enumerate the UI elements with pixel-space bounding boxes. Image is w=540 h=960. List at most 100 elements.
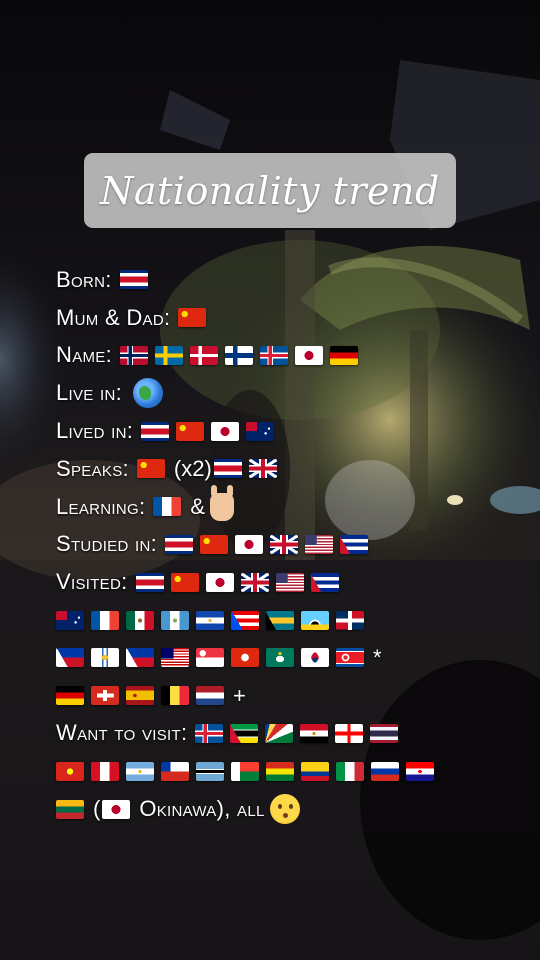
flag-macau-icon <box>266 648 294 668</box>
flag-guatemala-icon <box>161 610 189 630</box>
flag-costa-rica-icon <box>141 421 170 441</box>
flag-china-icon <box>178 308 207 328</box>
line-text: Okinawa), all <box>139 796 265 822</box>
caption-line: + <box>56 677 526 715</box>
flag-russia-icon <box>371 761 399 781</box>
flag-colombia-icon <box>301 761 329 781</box>
flag-hong-kong-icon <box>231 648 259 668</box>
flag-vietnam-icon <box>56 761 84 781</box>
flag-mexico-icon <box>126 610 154 630</box>
flag-argentina-icon <box>126 761 154 781</box>
flag-sweden-icon <box>155 345 184 365</box>
flag-north-korea-icon <box>336 648 364 668</box>
line-label: Studied in: <box>56 531 158 557</box>
flag-philippines-icon <box>56 648 84 668</box>
flag-south-korea-icon <box>301 648 329 668</box>
caption-line: Name: <box>56 337 526 375</box>
title-text: Nationality trend <box>100 168 440 213</box>
flag-netherlands-icon <box>196 686 224 706</box>
flag-china-icon <box>200 534 229 554</box>
caption-line: Speaks: (x2) <box>56 450 526 488</box>
line-label: Live in: <box>56 380 123 406</box>
flag-madagascar-icon <box>231 761 259 781</box>
flag-spain-icon <box>126 686 154 706</box>
flag-lithuania-icon <box>56 799 84 819</box>
caption-line: Visited: <box>56 563 526 601</box>
line-label: Born: <box>56 266 112 292</box>
flag-germany-icon <box>56 686 84 706</box>
video-frame: Nationality trend Born: Mum & Dad: Name: Li… <box>0 0 540 960</box>
line-text: + <box>233 682 246 708</box>
flag-georgia-icon <box>335 723 364 743</box>
caption-line: Mum & Dad: <box>56 299 526 337</box>
caption-lines: Born: Mum & Dad: Name: Live in: Lived in: Spe… <box>56 261 526 828</box>
caption-line: (Okinawa), all <box>56 790 526 828</box>
caption-line: * <box>56 639 526 677</box>
flag-uk-icon <box>270 534 299 554</box>
flag-china-icon <box>176 421 205 441</box>
flag-singapore-icon <box>196 648 224 668</box>
flag-us-virgin-islands-icon <box>91 648 119 668</box>
sign-language-hand-icon <box>210 484 235 521</box>
flag-croatia-icon <box>406 761 434 781</box>
flag-finland-icon <box>225 345 254 365</box>
line-label: Mum & Dad: <box>56 304 171 330</box>
caption-line: Live in: <box>56 374 526 412</box>
flag-costa-rica-icon <box>165 534 194 554</box>
flag-cuba-icon <box>310 572 339 592</box>
flag-uk-icon <box>240 572 269 592</box>
caption-line <box>56 752 526 790</box>
flag-costa-rica-icon <box>135 572 164 592</box>
flag-malaysia-icon <box>161 648 189 668</box>
flag-bahamas-icon <box>266 610 294 630</box>
line-text: & <box>190 493 206 519</box>
flag-saint-lucia-icon <box>301 610 329 630</box>
flag-mozambique-icon <box>230 723 259 743</box>
flag-japan-icon <box>211 421 240 441</box>
flag-china-icon <box>170 572 199 592</box>
caption-line: Lived in: <box>56 412 526 450</box>
flag-philippines-icon <box>126 648 154 668</box>
kissing-face-icon <box>269 794 300 825</box>
line-label: Visited: <box>56 569 128 595</box>
flag-australia-icon <box>56 610 84 630</box>
flag-bolivia-icon <box>266 761 294 781</box>
caption-line <box>56 601 526 639</box>
line-label: Lived in: <box>56 418 134 444</box>
flag-germany-icon <box>330 345 359 365</box>
caption-line: Want to visit: <box>56 715 526 753</box>
flag-france-icon <box>153 497 182 517</box>
flag-seychelles-icon <box>265 723 294 743</box>
title-banner: Nationality trend <box>84 153 456 228</box>
line-text: (x2) <box>173 455 212 481</box>
flag-iceland-icon <box>195 723 224 743</box>
globe-icon <box>133 378 164 409</box>
flag-australia-icon <box>246 421 275 441</box>
flag-china-icon <box>136 459 165 479</box>
flag-belgium-icon <box>161 686 189 706</box>
line-text: * <box>373 644 382 670</box>
flag-egypt-icon <box>300 723 329 743</box>
flag-italy-icon <box>336 761 364 781</box>
flag-usa-icon <box>275 572 304 592</box>
flag-usa-icon <box>305 534 334 554</box>
flag-japan-icon <box>295 345 324 365</box>
caption-line: Studied in: <box>56 526 526 564</box>
flag-japan-icon <box>235 534 264 554</box>
flag-thailand-icon <box>370 723 399 743</box>
caption-line: Born: <box>56 261 526 299</box>
flag-peru-icon <box>91 761 119 781</box>
line-label: Name: <box>56 342 113 368</box>
flag-el-salvador-icon <box>196 610 224 630</box>
flag-uk-icon <box>248 459 277 479</box>
flag-denmark-icon <box>190 345 219 365</box>
flag-iceland-icon <box>260 345 289 365</box>
caption-line: Learning: & <box>56 484 526 526</box>
flag-japan-icon <box>205 572 234 592</box>
flag-botswana-icon <box>196 761 224 781</box>
flag-norway-icon <box>120 345 149 365</box>
line-label: Learning: <box>56 493 146 519</box>
flag-cuba-icon <box>340 534 369 554</box>
flag-puerto-rico-icon <box>231 610 259 630</box>
flag-dominican-republic-icon <box>336 610 364 630</box>
